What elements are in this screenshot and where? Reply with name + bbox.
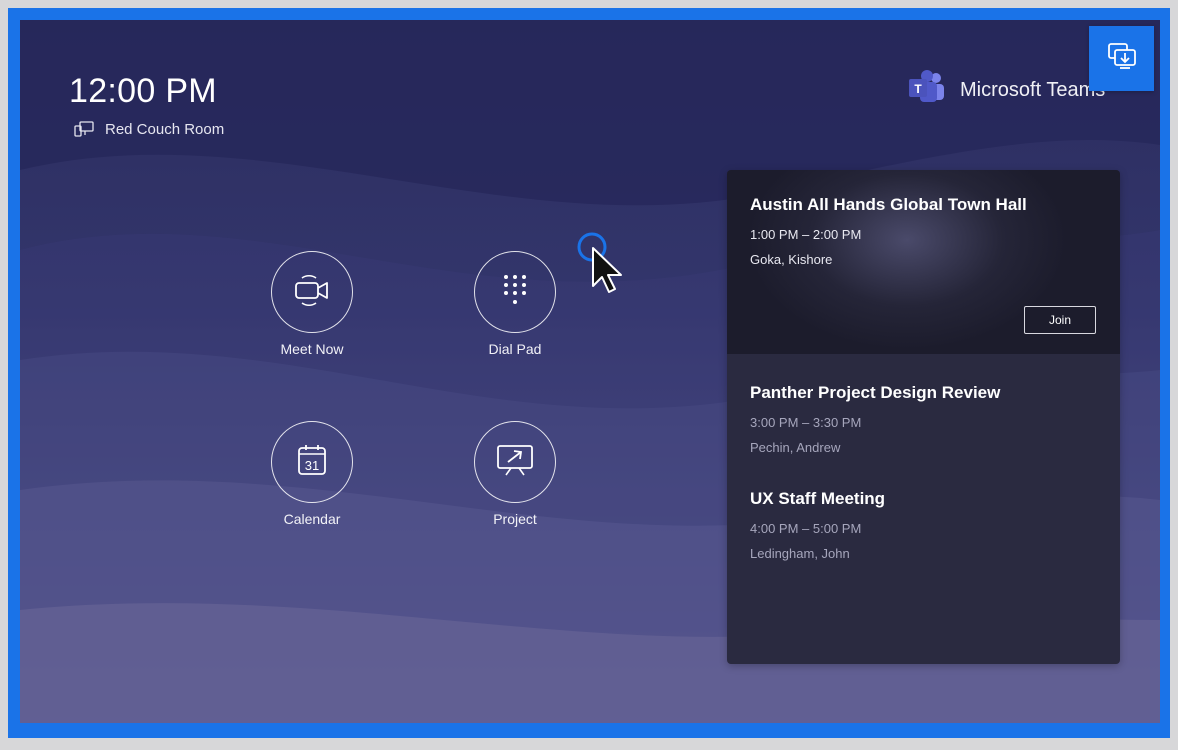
meeting-time: 3:00 PM – 3:30 PM	[750, 415, 862, 430]
room-icon	[73, 120, 95, 138]
microsoft-teams-logo-icon: T	[908, 69, 946, 111]
brand: T Microsoft Teams	[908, 69, 1106, 111]
dial-pad-ring	[474, 251, 556, 333]
calendar-button[interactable]: 31 Calendar	[242, 421, 382, 527]
join-button[interactable]: Join	[1024, 306, 1096, 334]
dial-pad-icon	[500, 273, 530, 312]
meeting-attendees: Pechin, Andrew	[750, 440, 841, 455]
meetings-panel: Austin All Hands Global Town Hall 1:00 P…	[727, 170, 1120, 664]
meeting-item[interactable]: UX Staff Meeting 4:00 PM – 5:00 PM Ledin…	[750, 489, 885, 561]
project-button[interactable]: Project	[445, 421, 585, 527]
meet-now-ring	[271, 251, 353, 333]
meeting-card-featured[interactable]: Austin All Hands Global Town Hall 1:00 P…	[727, 170, 1120, 354]
project-label: Project	[493, 511, 537, 527]
calendar-icon: 31	[295, 443, 329, 482]
clock-time: 12:00 PM	[69, 72, 217, 110]
room-info: Red Couch Room	[73, 119, 224, 139]
mouse-cursor-icon	[573, 232, 633, 307]
meeting-time: 4:00 PM – 5:00 PM	[750, 521, 862, 536]
svg-text:T: T	[914, 82, 922, 96]
meeting-attendees: Ledingham, John	[750, 546, 850, 561]
brand-name: Microsoft Teams	[960, 78, 1106, 101]
room-name: Red Couch Room	[105, 120, 225, 138]
meeting-attendees: Goka, Kishore	[750, 252, 833, 267]
meeting-title: UX Staff Meeting	[750, 489, 886, 508]
dial-pad-button[interactable]: Dial Pad	[445, 251, 585, 357]
teams-room-home-screen: 12:00 PM Red Couch Room T Microsoft Team…	[20, 20, 1160, 723]
meeting-title: Austin All Hands Global Town Hall	[750, 195, 1027, 214]
svg-text:31: 31	[305, 458, 319, 473]
meeting-title: Panther Project Design Review	[750, 383, 1001, 402]
calendar-ring: 31	[271, 421, 353, 503]
meeting-time: 1:00 PM – 2:00 PM	[750, 227, 862, 242]
meeting-item: Austin All Hands Global Town Hall 1:00 P…	[750, 195, 1027, 267]
share-screen-icon	[1106, 41, 1138, 76]
calendar-label: Calendar	[283, 511, 341, 527]
share-screen-button[interactable]	[1089, 26, 1154, 91]
project-screen-icon	[494, 442, 536, 483]
meet-now-button[interactable]: Meet Now	[242, 251, 382, 357]
video-camera-icon	[292, 273, 332, 312]
project-ring	[474, 421, 556, 503]
dial-pad-label: Dial Pad	[488, 341, 542, 357]
meet-now-label: Meet Now	[280, 341, 344, 357]
meeting-item[interactable]: Panther Project Design Review 3:00 PM – …	[750, 383, 1000, 455]
